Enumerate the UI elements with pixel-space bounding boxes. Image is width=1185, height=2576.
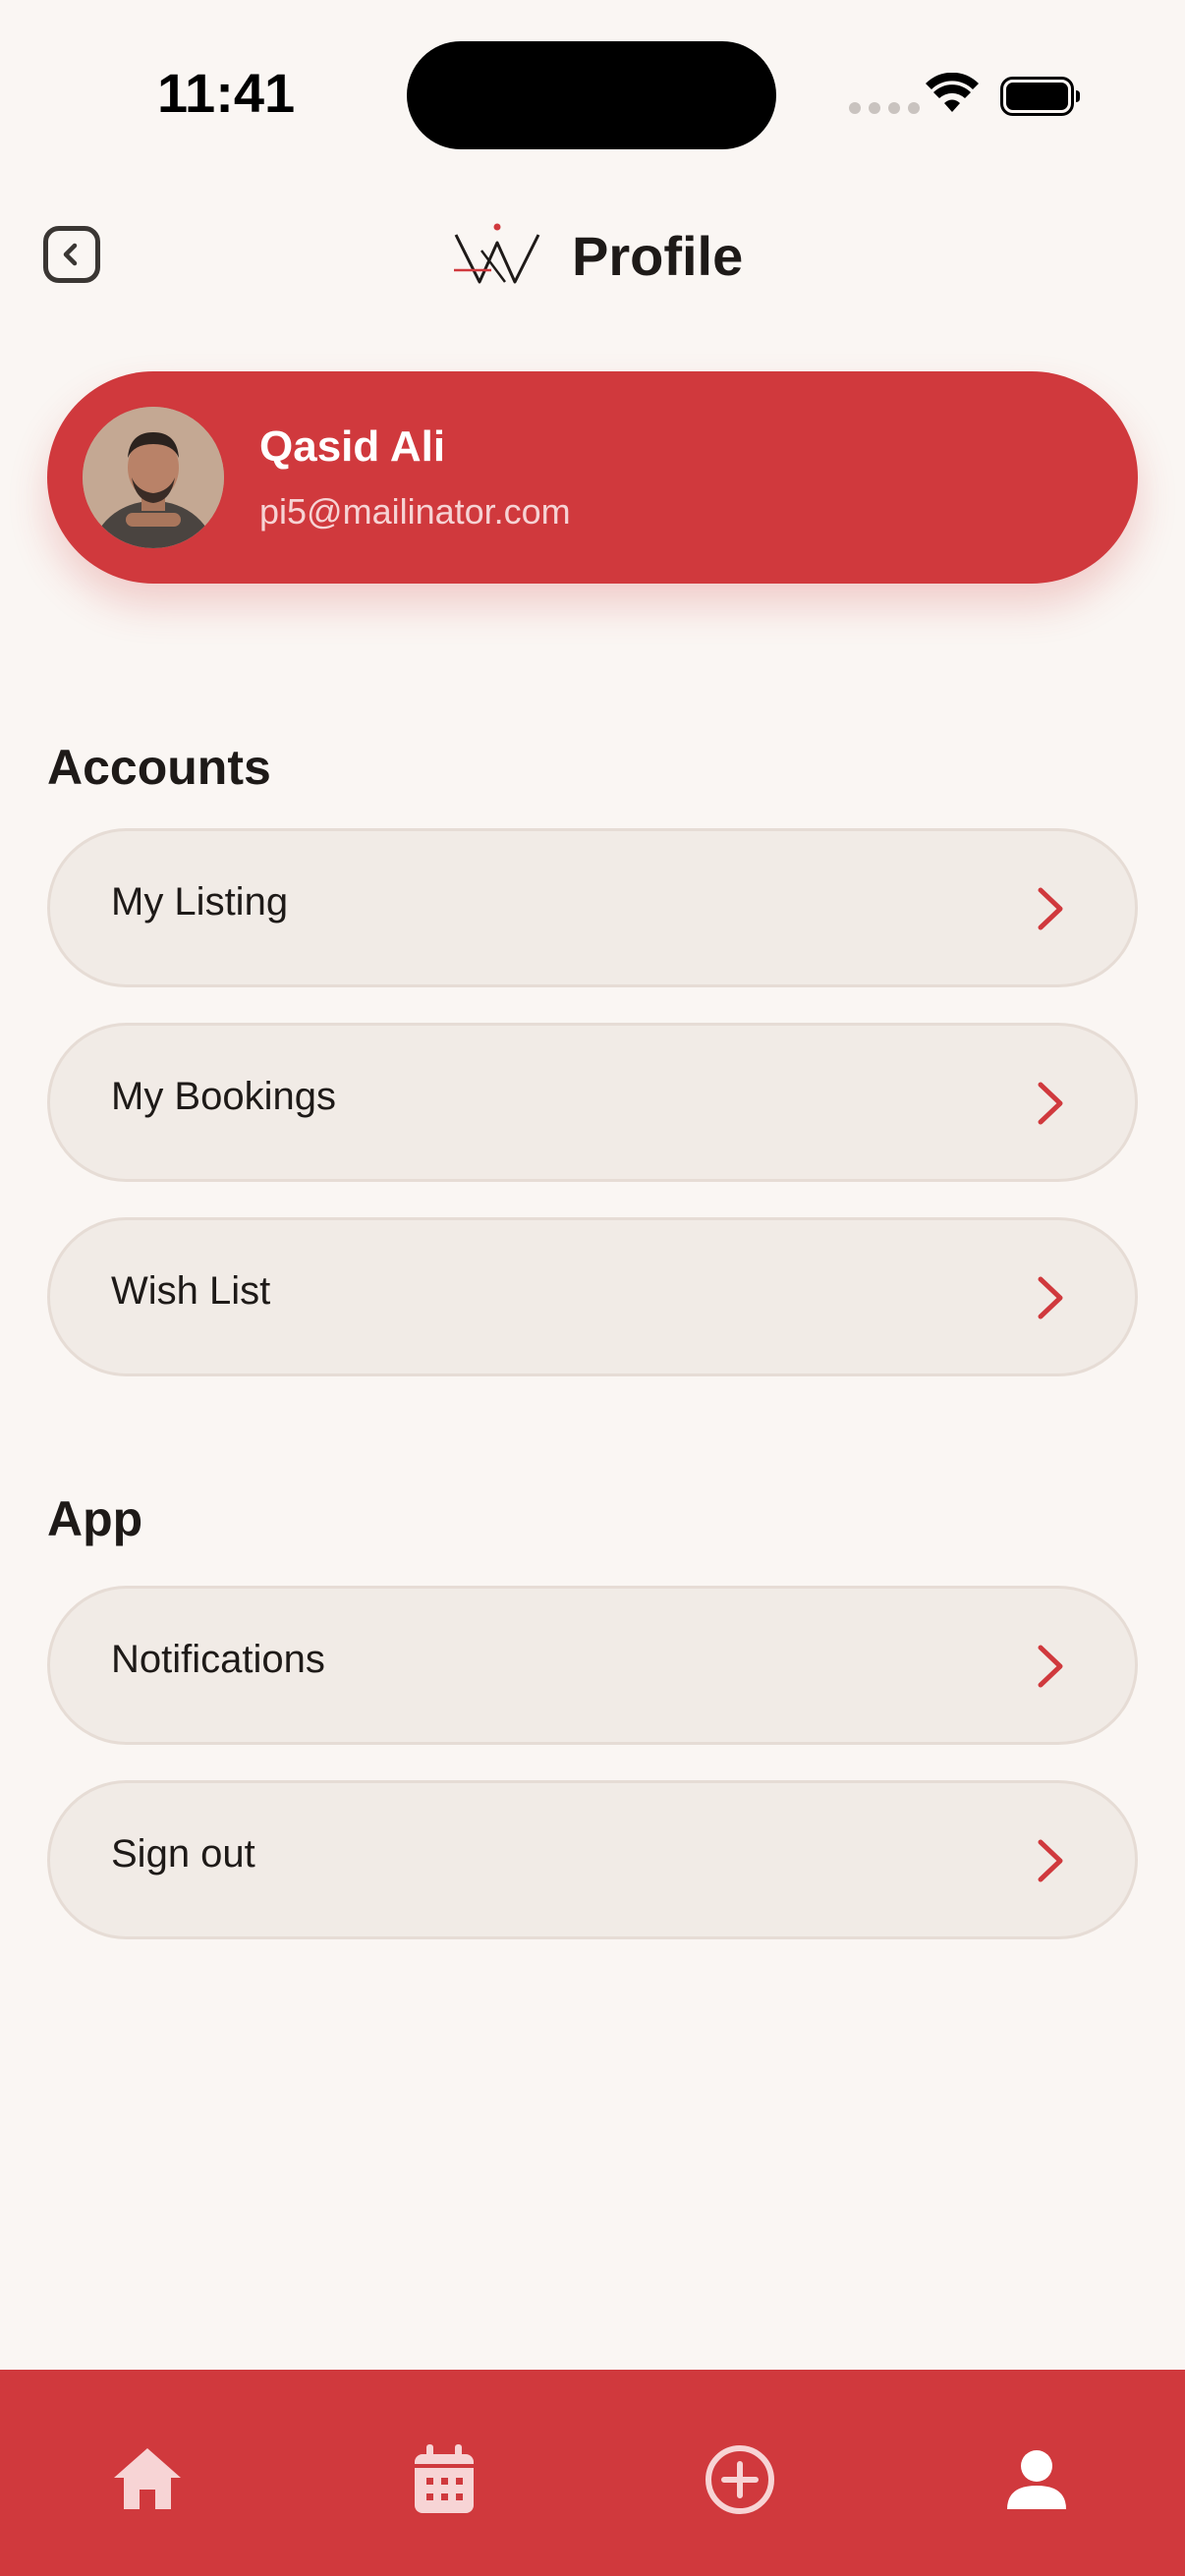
back-button[interactable] — [43, 226, 100, 283]
menu-item-sign-out[interactable]: Sign out — [47, 1780, 1138, 1939]
nav-home[interactable] — [108, 2440, 187, 2519]
header: Profile — [0, 196, 1185, 314]
profile-icon — [1007, 2450, 1066, 2509]
dynamic-island — [407, 41, 776, 149]
profile-email: pi5@mailinator.com — [259, 491, 571, 532]
cellular-signal-icon — [849, 102, 920, 114]
nav-profile[interactable] — [997, 2440, 1076, 2519]
menu-item-label: Wish List — [111, 1269, 271, 1313]
chevron-right-icon — [1038, 1276, 1063, 1319]
menu-item-label: My Listing — [111, 880, 289, 924]
nav-add[interactable] — [701, 2440, 779, 2519]
profile-card[interactable]: Qasid Ali pi5@mailinator.com — [47, 371, 1138, 584]
status-bar: 11:41 — [0, 0, 1185, 187]
profile-name: Qasid Ali — [259, 422, 446, 471]
calendar-icon — [415, 2444, 474, 2513]
menu-item-wish-list[interactable]: Wish List — [47, 1217, 1138, 1376]
chevron-right-icon — [1038, 1645, 1063, 1688]
header-title-group: Profile — [452, 216, 743, 295]
chevron-right-icon — [1038, 887, 1063, 930]
section-title-accounts: Accounts — [47, 740, 271, 795]
menu-item-notifications[interactable]: Notifications — [47, 1586, 1138, 1745]
chevron-right-icon — [1038, 1082, 1063, 1125]
menu-item-label: Notifications — [111, 1638, 325, 1681]
home-icon — [114, 2448, 181, 2509]
avatar — [83, 407, 224, 548]
menu-item-label: Sign out — [111, 1832, 255, 1876]
status-time: 11:41 — [157, 62, 296, 124]
bottom-nav — [0, 2370, 1185, 2576]
wifi-icon — [926, 73, 979, 112]
chevron-right-icon — [1038, 1839, 1063, 1882]
menu-item-my-listing[interactable]: My Listing — [47, 828, 1138, 987]
battery-icon — [1000, 77, 1080, 116]
chevron-left-icon — [63, 243, 78, 266]
nav-calendar[interactable] — [405, 2440, 483, 2519]
logo-icon — [454, 223, 540, 284]
add-circle-icon — [705, 2445, 774, 2514]
page-title: Profile — [572, 224, 744, 287]
section-title-app: App — [47, 1491, 143, 1546]
menu-item-label: My Bookings — [111, 1075, 336, 1118]
menu-item-my-bookings[interactable]: My Bookings — [47, 1023, 1138, 1182]
